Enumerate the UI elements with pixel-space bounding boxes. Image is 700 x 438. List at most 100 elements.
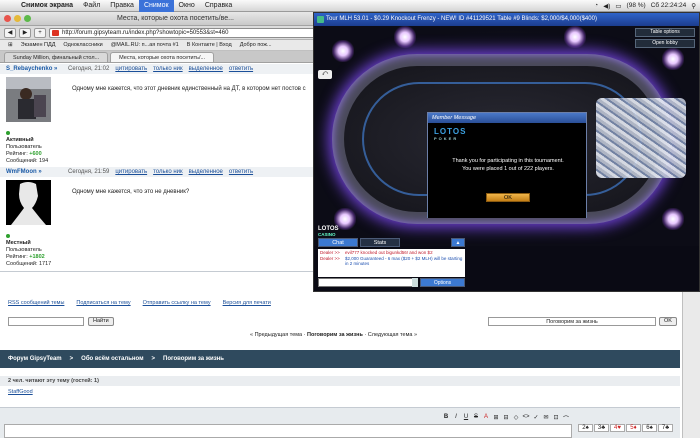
prev-topic-link[interactable]: « Предыдущая тема (250, 332, 302, 338)
shape-icon[interactable]: ◇ (512, 414, 520, 423)
menu-help[interactable]: Справка (200, 0, 237, 12)
subscribe-link[interactable]: Подписаться на тему (76, 300, 130, 306)
options-button[interactable]: Options (420, 278, 465, 287)
tab-stats[interactable]: Stats (360, 238, 400, 247)
quote-link[interactable]: цитировать (115, 66, 147, 72)
dialog-body: LOTOS POKER Thank you for participating … (428, 123, 586, 218)
forward-button[interactable]: ▶ (19, 27, 31, 38)
print-version-link[interactable]: Версия для печати (223, 300, 271, 306)
post-author-info: Активный Пользователь Рейтинг: +600 Сооб… (0, 74, 68, 168)
close-window-button[interactable] (4, 15, 11, 22)
volume-icon[interactable]: ◀) (603, 2, 610, 10)
search-button[interactable]: Найти (88, 317, 114, 326)
rating-value: +1802 (29, 254, 45, 260)
chat-input[interactable] (318, 278, 418, 287)
topic-search-input[interactable] (8, 317, 84, 326)
minimize-window-button[interactable] (14, 15, 21, 22)
dialog-ok-button[interactable]: OK (486, 193, 530, 202)
member-group: Пользователь (6, 247, 42, 253)
insert-table-icon[interactable]: ⊟ (502, 414, 510, 423)
menu-edit[interactable]: Правка (105, 0, 139, 12)
menubar-clock[interactable]: Сб 22:24:24 (651, 2, 687, 9)
tab-chat[interactable]: Chat (318, 238, 358, 247)
bookmark-item[interactable]: В Контакте | Вход (187, 42, 232, 48)
browser-tab-active[interactable]: Места, которые охота посетить/... (110, 52, 215, 62)
battery-icon[interactable]: ▭ (615, 2, 621, 10)
insert-image-icon[interactable]: ⊞ (492, 414, 500, 423)
card-button[interactable]: 4♥ (610, 424, 625, 432)
forum-jump-ok-button[interactable]: OK (659, 317, 677, 326)
add-bookmark-button[interactable]: + (34, 27, 46, 38)
member-post-count: Сообщений: 1717 (6, 261, 52, 267)
brand-sub: CASINO (318, 232, 336, 237)
quote-selected-link[interactable]: выделенное (189, 169, 223, 175)
quote-selected-link[interactable]: выделенное (189, 66, 223, 72)
back-arrow-icon[interactable]: ⤺ (318, 70, 332, 79)
post-author[interactable]: WmFMoon » (0, 169, 68, 175)
bookmark-item[interactable]: Экзамен ПДД (21, 42, 56, 48)
topic-search: Найти (8, 317, 114, 326)
card-button[interactable]: 5♦ (626, 424, 641, 432)
avatar[interactable] (6, 77, 51, 122)
quote-link[interactable]: цитировать (115, 169, 147, 175)
italic-icon[interactable]: I (452, 414, 460, 423)
breadcrumb-subforum[interactable]: Поговорим за жизнь (163, 356, 224, 362)
avatar[interactable] (6, 180, 51, 225)
send-link[interactable]: Отправить ссылку на тему (143, 300, 211, 306)
post-date: Сегодня, 21:59 (68, 169, 110, 175)
check-icon[interactable]: ✓ (532, 414, 540, 423)
underline-icon[interactable]: U (462, 414, 470, 423)
bookmark-item[interactable]: Одноклассники (63, 42, 102, 48)
nick-only-link[interactable]: только ник (153, 66, 183, 72)
forum-jump-select[interactable]: Поговорим за жизнь (488, 317, 656, 326)
rss-link[interactable]: RSS сообщений темы (8, 300, 64, 306)
chip-stack-image (596, 98, 686, 178)
address-bar[interactable]: http://forum.gipsyteam.ru/index.php?show… (49, 27, 317, 38)
breadcrumb-forum-home[interactable]: Форум GipsyTeam (8, 356, 62, 362)
reader-user-link[interactable]: StaffGood (8, 389, 33, 395)
menu-app-name[interactable]: Снимок экрана (16, 0, 78, 12)
menu-window[interactable]: Окно (174, 0, 200, 12)
strike-icon[interactable]: S (472, 414, 480, 423)
nick-only-link[interactable]: только ник (153, 169, 183, 175)
chat-collapse-icon[interactable]: ▲ (451, 238, 465, 247)
seat-light-icon (662, 208, 684, 230)
post-author[interactable]: S_Rebaychenko » (0, 66, 68, 72)
dialog-logo-text: LOTOS (434, 127, 467, 136)
poker-title-text: Tour MLH 53.01 - $0.29 Knockout Frenzy -… (326, 16, 597, 22)
email-icon[interactable]: ✉ (542, 414, 550, 423)
card-button[interactable]: 7♣ (658, 424, 673, 432)
menubar-status-area: ◔ ◀) ▭ (98 %) Сб 22:24:24 ⚲ (594, 2, 700, 10)
poker-window-title: Tour MLH 53.01 - $0.29 Knockout Frenzy -… (314, 13, 699, 26)
dialog-title: Member Message (428, 113, 586, 123)
zoom-window-button[interactable] (24, 15, 31, 22)
breadcrumb-section[interactable]: Обо всём остальном (81, 356, 143, 362)
card-button[interactable]: 2♠ (578, 424, 593, 432)
code-icon[interactable]: <> (522, 414, 530, 423)
headphones-icon[interactable]: ⌒ (562, 414, 570, 423)
table-options-button[interactable]: Table options (635, 28, 695, 37)
reply-link[interactable]: ответить (229, 66, 253, 72)
member-rating: Рейтинг: +1802 (6, 254, 62, 261)
font-color-icon[interactable]: A (482, 414, 490, 423)
back-button[interactable]: ◀ (4, 27, 16, 38)
bookmark-item[interactable]: Добро пож... (240, 42, 272, 48)
spotlight-icon[interactable]: ⚲ (691, 2, 696, 10)
reply-textarea[interactable] (4, 424, 572, 438)
menu-file[interactable]: Файл (78, 0, 105, 12)
media-icon[interactable]: ⊡ (552, 414, 560, 423)
open-lobby-button[interactable]: Open lobby (635, 39, 695, 48)
member-message-dialog: Member Message LOTOS POKER Thank you for… (427, 112, 587, 218)
chat-send-button[interactable] (412, 278, 418, 287)
card-button[interactable]: 6♠ (642, 424, 657, 432)
wifi-icon[interactable]: ◔ (594, 2, 598, 9)
card-button[interactable]: 3♣ (594, 424, 609, 432)
reply-link[interactable]: ответить (229, 169, 253, 175)
next-topic-link[interactable]: Следующая тема » (368, 332, 417, 338)
menu-capture[interactable]: Снимок (138, 0, 174, 12)
bookmark-item[interactable]: @MAIL.RU: п...ая почта #1 (111, 42, 179, 48)
bookmarks-icon[interactable]: ⊞ (8, 42, 13, 48)
seat-light-icon (564, 26, 586, 48)
browser-tab[interactable]: Sunday Million, финальный стол... (4, 52, 109, 62)
bold-icon[interactable]: B (442, 414, 450, 423)
